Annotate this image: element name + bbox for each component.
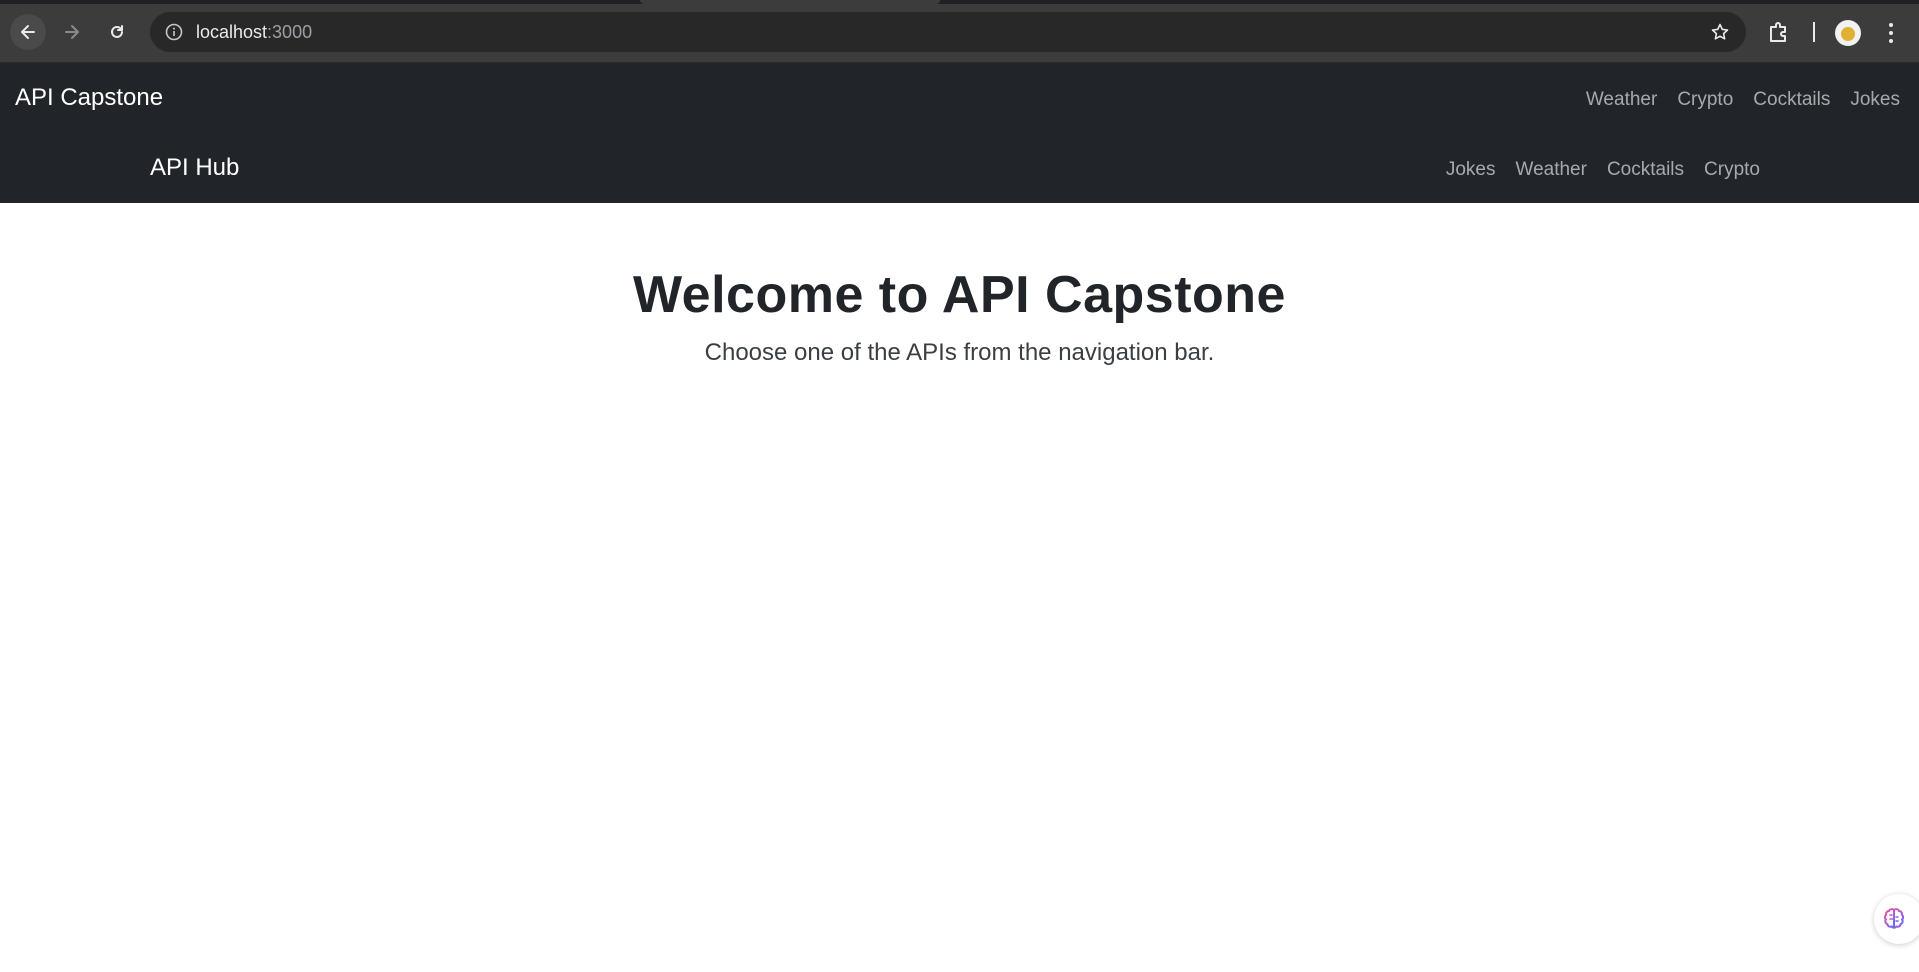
main-content: Welcome to API Capstone Choose one of th… [0, 203, 1919, 367]
kebab-menu-icon[interactable] [1884, 18, 1898, 48]
page-title: Welcome to API Capstone [633, 266, 1286, 324]
toolbar-separator [1813, 22, 1815, 42]
nav-link-crypto[interactable]: Crypto [1677, 89, 1733, 111]
brain-widget-button[interactable] [1874, 894, 1919, 944]
nav-link-cocktails[interactable]: Cocktails [1753, 89, 1830, 111]
avatar-face [1841, 27, 1855, 41]
tab-strip [0, 0, 1919, 4]
navbar-brand-primary[interactable]: API Capstone [15, 84, 163, 112]
extensions-icon[interactable] [1766, 19, 1792, 45]
nav-link-weather[interactable]: Weather [1515, 159, 1586, 181]
secondary-navbar: API Hub Jokes Weather Cocktails Crypto [0, 133, 1919, 203]
url-port: :3000 [267, 22, 313, 42]
brain-widget-icon [1883, 908, 1905, 929]
nav-link-cocktails[interactable]: Cocktails [1607, 159, 1684, 181]
page-subtitle: Choose one of the APIs from the navigati… [704, 339, 1215, 366]
nav-link-weather[interactable]: Weather [1586, 89, 1657, 111]
reload-icon[interactable] [99, 14, 135, 50]
primary-navbar: API Capstone Weather Crypto Cocktails Jo… [0, 63, 1919, 133]
nav-link-jokes[interactable]: Jokes [1850, 89, 1900, 111]
address-bar[interactable]: localhost:3000 [150, 12, 1746, 52]
forward-arrow-icon[interactable] [54, 14, 90, 50]
url-text[interactable]: localhost:3000 [196, 22, 312, 43]
profile-avatar[interactable] [1835, 20, 1861, 46]
nav-link-jokes[interactable]: Jokes [1446, 159, 1496, 181]
bookmark-star-icon[interactable] [1708, 20, 1732, 44]
navbar-brand-secondary[interactable]: API Hub [150, 154, 239, 182]
browser-toolbar: localhost:3000 [0, 0, 1919, 63]
secondary-nav-links: Jokes Weather Cocktails Crypto [1446, 159, 1760, 181]
nav-link-crypto[interactable]: Crypto [1704, 159, 1760, 181]
primary-nav-links: Weather Crypto Cocktails Jokes [1586, 89, 1900, 111]
url-host: localhost [196, 22, 268, 42]
site-info-icon[interactable] [162, 20, 186, 44]
back-arrow-icon[interactable] [10, 14, 46, 50]
active-tab-edge[interactable] [640, 0, 940, 4]
